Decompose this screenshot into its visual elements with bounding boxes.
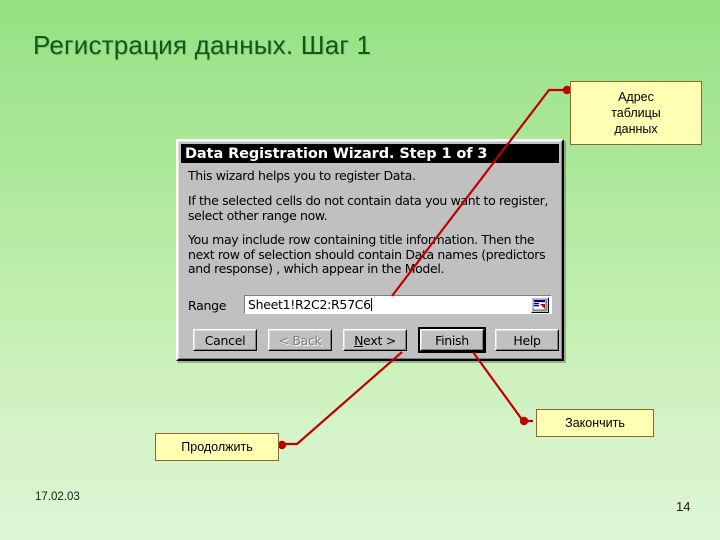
cancel-button-label: Cancel: [204, 332, 246, 348]
range-label: Range: [188, 298, 227, 313]
callout-address: Адрес таблицы данных: [570, 81, 702, 145]
range-select-icon[interactable]: [531, 297, 549, 313]
page-title: Регистрация данных. Шаг 1: [33, 30, 372, 60]
back-button-label: < Back: [278, 332, 322, 348]
next-button-accesskey: N: [354, 332, 364, 348]
wizard-paragraph-1: This wizard helps you to register Data.: [188, 168, 416, 183]
callout-address-line2: таблицы: [611, 106, 661, 120]
callout-address-line1: Адрес: [618, 90, 654, 104]
connector-endpoint-continue: [277, 440, 287, 450]
text-caret: [370, 298, 372, 311]
footer-page-number: 14: [676, 499, 691, 514]
dialog-titlebar: Data Registration Wizard. Step 1 of 3: [181, 144, 559, 163]
footer-date: 17.02.03: [35, 491, 80, 503]
dialog-title-text: Data Registration Wizard. Step 1 of 3: [185, 145, 488, 162]
wizard-paragraph-3: You may include row containing title inf…: [188, 232, 546, 276]
callout-continue-text: Продолжить: [181, 440, 253, 454]
range-input-value: Sheet1!R2C2:R57C6: [248, 297, 371, 312]
callout-continue: Продолжить: [155, 433, 279, 461]
connector-endpoint-finish: [519, 416, 529, 426]
help-button-label: Help: [513, 332, 541, 348]
callout-address-line3: данных: [614, 122, 658, 136]
next-button-label-rest: ext >: [363, 332, 396, 348]
dialog-button-row: Cancel < Back Next > Finish Help: [188, 327, 559, 353]
cancel-button[interactable]: Cancel: [193, 329, 257, 351]
callout-finish-text: Закончить: [565, 416, 625, 430]
back-button: < Back: [268, 329, 332, 351]
range-row: Range Sheet1!R2C2:R57C6: [188, 295, 552, 316]
wizard-paragraph-2: If the selected cells do not contain dat…: [188, 193, 549, 223]
finish-button[interactable]: Finish: [418, 327, 486, 353]
slide-canvas: Регистрация данных. Шаг 1 Data Registrat…: [0, 0, 720, 540]
help-button[interactable]: Help: [495, 329, 559, 351]
next-button[interactable]: Next >: [343, 329, 407, 351]
callout-finish: Закончить: [536, 409, 654, 437]
finish-button-label: Finish: [435, 332, 469, 348]
next-button-label: Next >: [354, 333, 396, 348]
range-input[interactable]: Sheet1!R2C2:R57C6: [244, 295, 552, 314]
data-registration-wizard-dialog[interactable]: Data Registration Wizard. Step 1 of 3 Th…: [176, 139, 564, 361]
